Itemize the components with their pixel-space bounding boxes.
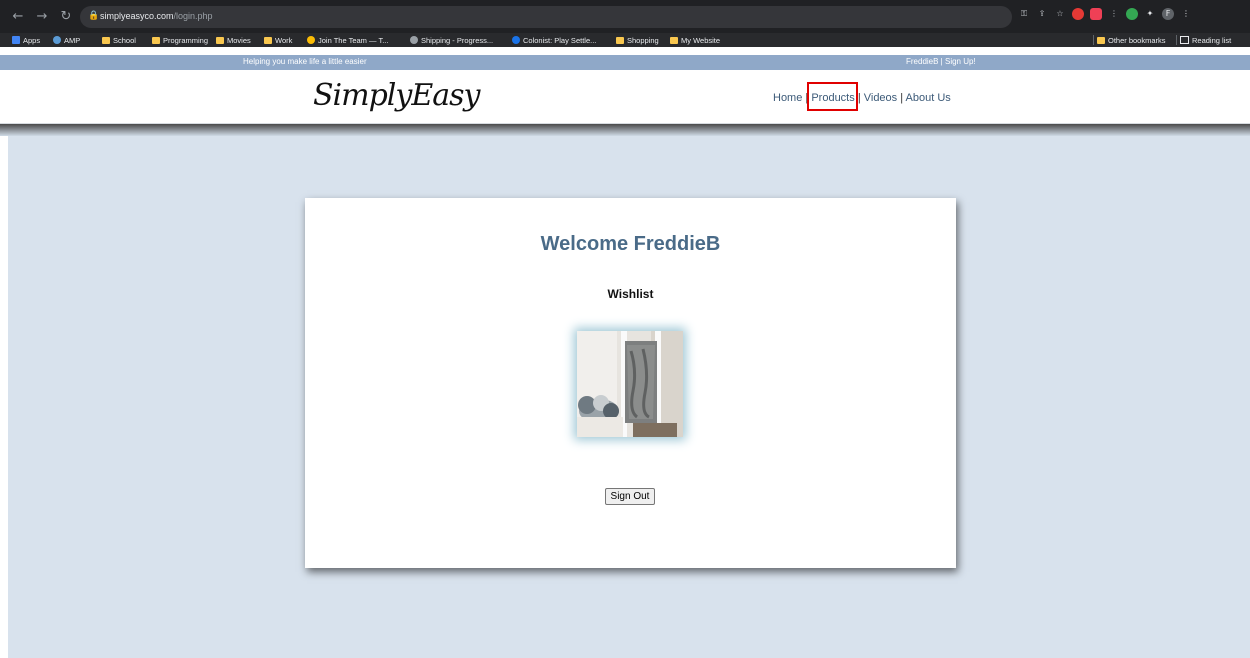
annotation-highlight-box [807,82,858,111]
extension-red-icon[interactable] [1072,8,1084,20]
tagline: Helping you make life a little easier [243,57,367,66]
browser-menu-icon[interactable]: ⋮ [1180,8,1192,20]
bookmark-movies[interactable]: Movies [216,34,251,46]
bookmark-label: Movies [227,35,251,45]
back-icon[interactable]: ← [8,9,28,25]
share-icon[interactable]: ⇪ [1036,8,1048,20]
globe-icon [410,36,418,44]
star-icon[interactable]: ☆ [1054,8,1066,20]
folder-icon [152,36,160,44]
nav-home[interactable]: Home [773,92,802,104]
bookmarks-bar: Apps AMP School Programming Movies Work … [0,33,1250,47]
bookmark-other[interactable]: Other bookmarks [1093,34,1166,46]
colonist-icon [512,36,520,44]
wishlist-heading: Wishlist [607,287,654,301]
account-card: Welcome FreddieB Wishlist Sign Out [305,198,956,568]
bookmark-label: AMP [64,35,81,45]
site-topbar: Helping you make life a little easier Fr… [0,55,1250,70]
nav-separator: | [900,92,904,104]
browser-nav-buttons: ← → ↻ [8,9,76,25]
bookmark-label: School [113,35,136,45]
site-logo[interactable]: SimplyEasy [313,78,480,113]
key-icon[interactable]: ⚿ [1018,8,1030,20]
url-path: /login.php [173,11,213,21]
bookmark-programming[interactable]: Programming [152,34,208,46]
welcome-heading: Welcome FreddieB [540,233,721,255]
bookmark-colonist[interactable]: Colonist: Play Settle... [512,34,596,46]
bookmark-separator [1176,35,1177,45]
url-host: simplyeasyco.com [100,11,174,21]
extension-pocket-icon[interactable] [1090,8,1102,20]
bookmark-school[interactable]: School [102,34,136,46]
bookmark-apps[interactable]: Apps [12,34,40,46]
folder-icon [264,36,272,44]
bookmark-label: Apps [23,35,41,45]
bookmark-work[interactable]: Work [264,34,292,46]
site-favicon-icon [307,36,315,44]
bookmark-label: Colonist: Play Settle... [523,35,597,45]
header-shadow [0,124,1250,136]
sign-out-button[interactable]: Sign Out [605,488,655,505]
bookmark-separator [1093,35,1094,45]
nav-separator: | [857,92,861,104]
main-nav: Home | Products | Videos | About Us [773,92,951,104]
browser-titlebar: ← → ↻ 🔒 simplyeasyco.com/login.php ⚿ ⇪ ☆… [0,0,1250,33]
bookmark-join-the-team[interactable]: Join The Team — T... [307,34,388,46]
lock-icon: 🔒 [88,11,100,21]
reading-list-label: Reading list [1192,35,1232,45]
reading-list-button[interactable]: Reading list [1176,34,1231,46]
forward-icon[interactable]: → [32,9,52,25]
bookmark-amp[interactable]: AMP [53,34,80,46]
folder-icon [216,36,224,44]
extensions-puzzle-icon[interactable]: ✦ [1144,8,1156,20]
extension-green-icon[interactable] [1126,8,1138,20]
profile-avatar-icon[interactable]: F [1162,8,1174,20]
site-header: SimplyEasy Home | Products | Videos | Ab… [0,70,1250,124]
bookmark-my-website[interactable]: My Website [670,34,720,46]
bookmark-label: Other bookmarks [1108,35,1166,45]
user-links[interactable]: FreddieB | Sign Up! [906,57,976,66]
blanket-ladder-photo [577,331,683,437]
bookmark-label: My Website [681,35,721,45]
bookmark-shipping[interactable]: Shipping - Progress... [410,34,493,46]
amp-icon [53,36,61,44]
nav-videos[interactable]: Videos [864,92,897,104]
wishlist-product-image[interactable] [577,331,683,437]
extension-menu-icon[interactable]: ⋮ [1108,8,1120,20]
bookmark-label: Join The Team — T... [318,35,389,45]
nav-about-us[interactable]: About Us [906,92,951,104]
url-text: simplyeasyco.com/login.php [100,10,213,23]
folder-icon [102,36,110,44]
folder-icon [616,36,624,44]
folder-icon [670,36,678,44]
bookmark-label: Work [275,35,293,45]
toolbar-icons: ⚿ ⇪ ☆ ⋮ ✦ F ⋮ [1018,8,1192,20]
apps-grid-icon [12,36,20,44]
reading-list-icon [1180,36,1189,44]
address-bar[interactable]: 🔒 simplyeasyco.com/login.php [80,6,1012,28]
folder-icon [1097,36,1105,44]
bookmark-shopping[interactable]: Shopping [616,34,659,46]
bookmark-label: Shipping - Progress... [421,35,494,45]
bookmark-label: Programming [163,35,209,45]
bookmark-label: Shopping [627,35,659,45]
reload-icon[interactable]: ↻ [56,9,76,25]
